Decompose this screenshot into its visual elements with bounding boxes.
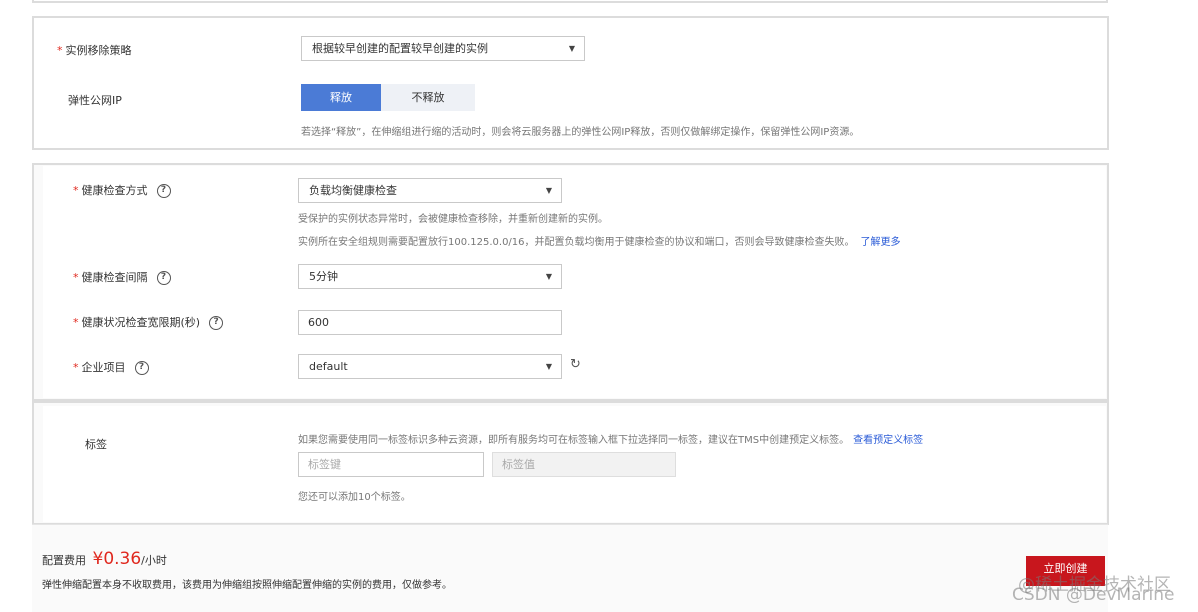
- tags-hint: 如果您需要使用同一标签标识多种云资源，即所有服务均可在标签输入框下拉选择同一标签…: [298, 431, 923, 446]
- health-mode-hint-2: 实例所在安全组规则需要配置放行100.125.0.0/16，并配置负载均衡用于健…: [298, 233, 901, 248]
- grace-period-input[interactable]: 600: [298, 310, 562, 335]
- required-mark: *: [57, 44, 63, 57]
- health-mode-value: 负载均衡健康检查: [309, 184, 397, 197]
- removal-policy-label: * 实例移除策略: [57, 42, 132, 58]
- removal-policy-value: 根据较早创建的配置较早创建的实例: [312, 42, 488, 55]
- chevron-down-icon: ▼: [568, 44, 575, 53]
- chevron-down-icon: ▼: [545, 186, 552, 195]
- learn-more-link[interactable]: 了解更多: [861, 237, 901, 248]
- cost-line: 配置费用 ¥0.36/小时: [42, 549, 167, 569]
- watermark-line-2: CSDN @DevMarine: [1012, 585, 1175, 605]
- eip-no-release-button[interactable]: 不释放: [381, 84, 475, 111]
- health-interval-value: 5分钟: [309, 270, 338, 283]
- eip-hint: 若选择“释放”，在伸缩组进行缩的活动时，则会将云服务器上的弹性公网IP释放，否则…: [301, 127, 860, 138]
- cost-label: 配置费用: [42, 554, 86, 567]
- help-icon[interactable]: ?: [156, 271, 171, 285]
- tags-remaining: 您还可以添加10个标签。: [298, 492, 411, 503]
- help-icon[interactable]: ?: [134, 361, 149, 375]
- required-mark: *: [73, 271, 79, 284]
- required-mark: *: [73, 361, 79, 374]
- health-mode-select[interactable]: 负载均衡健康检查 ▼: [298, 178, 562, 203]
- required-mark: *: [73, 184, 79, 197]
- tags-hint-text: 如果您需要使用同一标签标识多种云资源，即所有服务均可在标签输入框下拉选择同一标签…: [298, 435, 850, 446]
- tag-key-input[interactable]: 标签键: [298, 452, 484, 477]
- price-value: ¥0.36: [92, 549, 142, 569]
- removal-policy-select[interactable]: 根据较早创建的配置较早创建的实例 ▼: [301, 36, 585, 61]
- health-interval-label-text: 健康检查间隔: [81, 271, 148, 284]
- chevron-down-icon: ▼: [545, 272, 552, 281]
- health-interval-label: * 健康检查间隔?: [73, 269, 171, 285]
- price-unit: /小时: [141, 554, 167, 567]
- health-mode-label: * 健康检查方式?: [73, 182, 171, 198]
- enterprise-project-select[interactable]: default ▼: [298, 354, 562, 379]
- refresh-icon[interactable]: ↻: [570, 357, 581, 372]
- enterprise-project-label: * 企业项目?: [73, 359, 149, 375]
- required-mark: *: [73, 316, 79, 329]
- removal-policy-label-text: 实例移除策略: [65, 44, 132, 57]
- health-mode-label-text: 健康检查方式: [81, 184, 148, 197]
- chevron-down-icon: ▼: [545, 362, 552, 371]
- footer-bar: [32, 524, 1108, 612]
- enterprise-project-value: default: [309, 360, 348, 373]
- view-predefined-tags-link[interactable]: 查看预定义标签: [853, 435, 923, 446]
- grace-period-label-text: 健康状况检查宽限期(秒): [81, 316, 201, 329]
- grace-period-label: * 健康状况检查宽限期(秒)?: [73, 314, 224, 330]
- eip-release-button[interactable]: 释放: [301, 84, 381, 111]
- tags-label: 标签: [85, 438, 107, 451]
- health-mode-hint-2-text: 实例所在安全组规则需要配置放行100.125.0.0/16，并配置负载均衡用于健…: [298, 237, 855, 248]
- previous-section-edge: [32, 0, 1108, 3]
- help-icon[interactable]: ?: [156, 184, 171, 198]
- enterprise-project-label-text: 企业项目: [81, 361, 126, 374]
- cost-note: 弹性伸缩配置本身不收取费用，该费用为伸缩组按照伸缩配置伸缩的实例的费用，仅做参考…: [42, 580, 452, 591]
- help-icon[interactable]: ?: [209, 316, 224, 330]
- tag-value-input: 标签值: [492, 452, 676, 477]
- health-mode-hint-1: 受保护的实例状态异常时，会被健康检查移除，并重新创建新的实例。: [298, 214, 608, 225]
- eip-label: 弹性公网IP: [68, 94, 122, 107]
- health-interval-select[interactable]: 5分钟 ▼: [298, 264, 562, 289]
